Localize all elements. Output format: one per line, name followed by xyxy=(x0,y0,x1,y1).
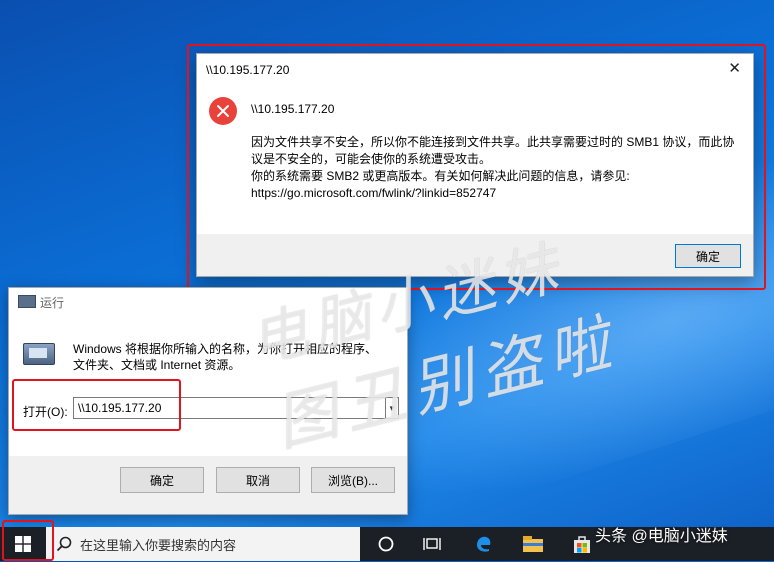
cancel-button[interactable]: 取消 xyxy=(216,467,300,493)
highlight-box-open-field xyxy=(12,379,181,431)
search-placeholder: 在这里输入你要搜索的内容 xyxy=(80,537,237,553)
file-explorer-icon[interactable] xyxy=(513,527,553,561)
search-icon xyxy=(56,536,72,552)
task-view-icon[interactable] xyxy=(412,527,452,561)
run-icon xyxy=(18,295,36,308)
toutiao-watermark: 头条 @电脑小迷妹 xyxy=(595,528,728,545)
edge-icon[interactable] xyxy=(464,527,504,561)
browse-button[interactable]: 浏览(B)... xyxy=(311,467,395,493)
cortana-icon[interactable] xyxy=(366,527,406,561)
highlight-box-start-button xyxy=(2,520,54,561)
run-title: 运行 xyxy=(40,296,65,310)
taskbar-search-box[interactable]: 在这里输入你要搜索的内容 xyxy=(46,527,360,561)
run-program-icon xyxy=(23,343,55,365)
ok-button[interactable]: 确定 xyxy=(120,467,204,493)
